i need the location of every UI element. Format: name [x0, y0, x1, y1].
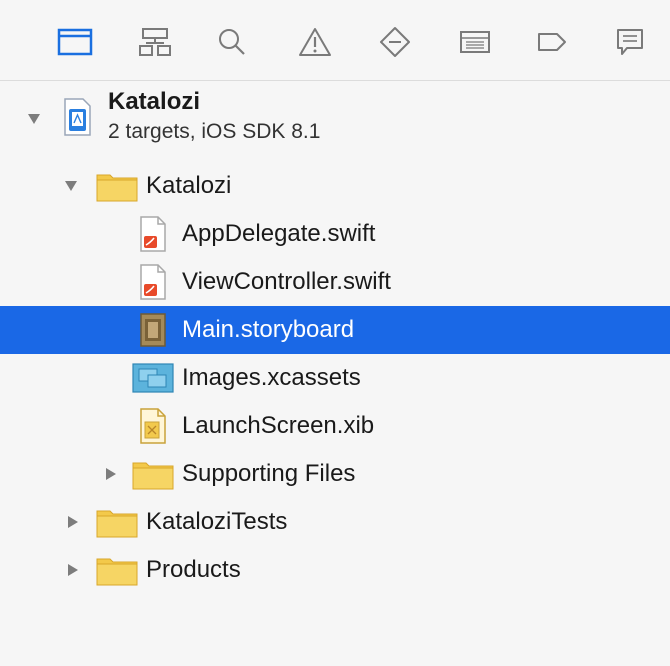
xib-file-icon	[140, 408, 166, 444]
warning-icon[interactable]	[295, 22, 335, 62]
tree-label: KataloziTests	[146, 508, 288, 535]
disclosure-closed-icon[interactable]	[66, 563, 80, 577]
folder-icon[interactable]	[55, 22, 95, 62]
tree-file-launch-screen[interactable]: LaunchScreen.xib	[0, 402, 670, 450]
disclosure-closed-icon[interactable]	[104, 467, 118, 481]
project-row[interactable]: Katalozi 2 targets, iOS SDK 8.1	[0, 88, 670, 150]
project-subtitle: 2 targets, iOS SDK 8.1	[108, 120, 321, 143]
tree-group-supporting-files[interactable]: Supporting Files	[0, 450, 670, 498]
tree-group-products[interactable]: Products	[0, 546, 670, 594]
folder-icon	[96, 558, 138, 586]
tree-file-view-controller[interactable]: ViewController.swift	[0, 258, 670, 306]
search-icon[interactable]	[212, 22, 252, 62]
swift-file-icon	[140, 216, 166, 252]
tree-label: Main.storyboard	[182, 316, 355, 343]
disclosure-open-icon[interactable]	[27, 112, 41, 126]
folder-icon	[96, 510, 138, 538]
disclosure-closed-icon[interactable]	[66, 515, 80, 529]
tree-file-app-delegate[interactable]: AppDelegate.swift	[0, 210, 670, 258]
tree-label: LaunchScreen.xib	[182, 412, 375, 439]
toolbar-divider	[0, 80, 670, 81]
tree-label: AppDelegate.swift	[182, 220, 376, 247]
project-file-icon	[64, 98, 91, 136]
log-icon[interactable]	[610, 22, 650, 62]
swift-file-icon	[140, 264, 166, 300]
asset-catalog-icon	[132, 363, 174, 393]
storyboard-file-icon	[140, 313, 166, 347]
disclosure-open-icon[interactable]	[64, 179, 78, 193]
tree-file-images[interactable]: Images.xcassets	[0, 354, 670, 402]
tree-label: Katalozi	[146, 172, 232, 199]
tree-file-main-storyboard[interactable]: Main.storyboard	[0, 306, 670, 354]
hierarchy-icon[interactable]	[135, 22, 175, 62]
project-name: Katalozi	[108, 88, 201, 115]
tree-label: Products	[146, 556, 241, 583]
folder-icon	[132, 462, 174, 490]
breakpoint-icon[interactable]	[375, 22, 415, 62]
tree-group-katalozi[interactable]: Katalozi	[0, 162, 670, 210]
tree-group-katalozi-tests[interactable]: KataloziTests	[0, 498, 670, 546]
tree-label: Images.xcassets	[182, 364, 361, 391]
folder-icon	[96, 174, 138, 202]
navigator-toolbar	[0, 0, 670, 80]
tree-label: ViewController.swift	[182, 268, 391, 295]
tree-label: Supporting Files	[182, 460, 356, 487]
tag-icon[interactable]	[532, 22, 572, 62]
debug-icon[interactable]	[455, 22, 495, 62]
